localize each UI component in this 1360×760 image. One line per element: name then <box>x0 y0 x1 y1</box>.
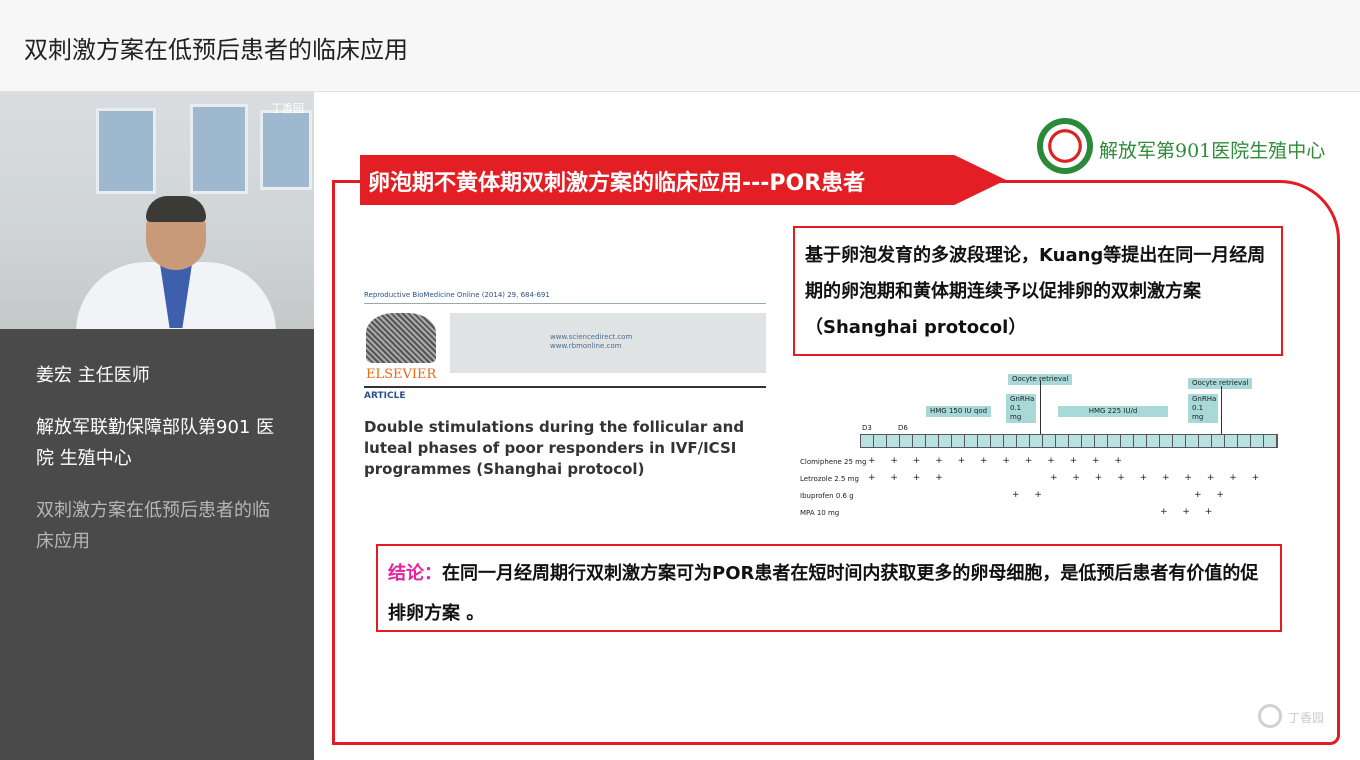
speaker-organization: 解放军联勤保障部队第901 医院 生殖中心 <box>36 417 275 469</box>
gnrha-dose-label: GnRHa 0.1 mg <box>1006 394 1036 423</box>
drug-label: Clomiphene 25 mg <box>800 458 867 466</box>
divider <box>364 303 766 304</box>
conclusion-text: 在同一月经周期行双刺激方案可为POR患者在短时间内获取更多的卵母细胞，是低预后患… <box>388 563 1259 624</box>
video-logo: 丁香园 <box>271 102 304 115</box>
drug-label: Letrozole 2.5 mg <box>800 475 859 483</box>
publisher-name: ELSEVIER <box>366 367 437 382</box>
dose-markers: + + + <box>1160 507 1219 517</box>
retrieval-marker <box>1221 386 1222 434</box>
journal-urls: www.sciencedirect.com www.rbmonline.com <box>550 333 633 350</box>
day-label: D3 <box>862 424 872 432</box>
wall-poster <box>190 104 248 194</box>
conclusion-label: 结论： <box>388 563 442 584</box>
paper-snippet: Reproductive BioMedicine Online (2014) 2… <box>364 287 769 478</box>
watermark-icon <box>1258 704 1282 728</box>
divider <box>364 386 766 388</box>
paper-title: Double stimulations during the follicula… <box>364 418 745 478</box>
dose-markers: + + <box>1194 490 1230 500</box>
banner-title: 卵泡期不黄体期双刺激方案的临床应用---POR患者 <box>368 171 866 196</box>
speaker-panel: 丁香园 姜宏 主任医师 解放军联勤保障部队第901 医院 生殖中心 双刺激方案在… <box>0 92 314 760</box>
dose-markers: + + + + <box>868 473 949 483</box>
theory-box: 基于卵泡发育的多波段理论，Kuang等提出在同一月经周期的卵泡期和黄体期连续予以… <box>793 226 1283 356</box>
watermark-text: 丁香园 <box>1288 711 1325 725</box>
speaker-topic: 双刺激方案在低预后患者的临床应用 <box>36 500 270 552</box>
hmg-dose-label: HMG 225 IU/d <box>1058 406 1168 417</box>
dose-markers: + + + + + + + + + + + + <box>868 456 1128 466</box>
gnrha-dose-label: GnRHa 0.1 mg <box>1188 394 1218 423</box>
article-section: ARTICLE <box>364 391 406 401</box>
day-label: D6 <box>898 424 908 432</box>
conclusion-box: 结论：在同一月经周期行双刺激方案可为POR患者在短时间内获取更多的卵母细胞，是低… <box>376 544 1282 632</box>
hospital-name: 解放军第901医院生殖中心 <box>1099 140 1326 162</box>
drug-label: MPA 10 mg <box>800 509 840 517</box>
cycle-day-bar <box>860 434 1278 448</box>
title-bar: 双刺激方案在低预后患者的临床应用 <box>0 0 1360 92</box>
protocol-timeline: Oocyte retrieval Oocyte retrieval HMG 15… <box>796 372 1286 522</box>
journal-citation: Reproductive BioMedicine Online (2014) 2… <box>364 291 550 299</box>
dose-markers: + + <box>1012 490 1048 500</box>
hmg-dose-label: HMG 150 IU qod <box>926 406 992 417</box>
page-title: 双刺激方案在低预后患者的临床应用 <box>24 36 408 64</box>
wall-poster <box>96 108 156 194</box>
slide: 解放军第901医院生殖中心 卵泡期不黄体期双刺激方案的临床应用---POR患者 … <box>314 92 1360 760</box>
speaker-name: 姜宏 主任医师 <box>36 365 150 386</box>
elsevier-tree-logo-icon <box>366 313 436 363</box>
doctor-hair <box>146 196 206 222</box>
journal-url-box: www.sciencedirect.com www.rbmonline.com <box>450 313 766 373</box>
slide-banner: 卵泡期不黄体期双刺激方案的临床应用---POR患者 <box>360 155 1006 205</box>
dose-markers: + + + + + + + + + + <box>1050 473 1266 483</box>
drug-label: Ibuprofen 0.6 g <box>800 492 854 500</box>
retrieval-marker <box>1040 380 1041 434</box>
hospital-logo-icon <box>1037 118 1093 174</box>
wall-poster <box>260 110 312 190</box>
speaker-video[interactable]: 丁香园 <box>0 92 314 329</box>
